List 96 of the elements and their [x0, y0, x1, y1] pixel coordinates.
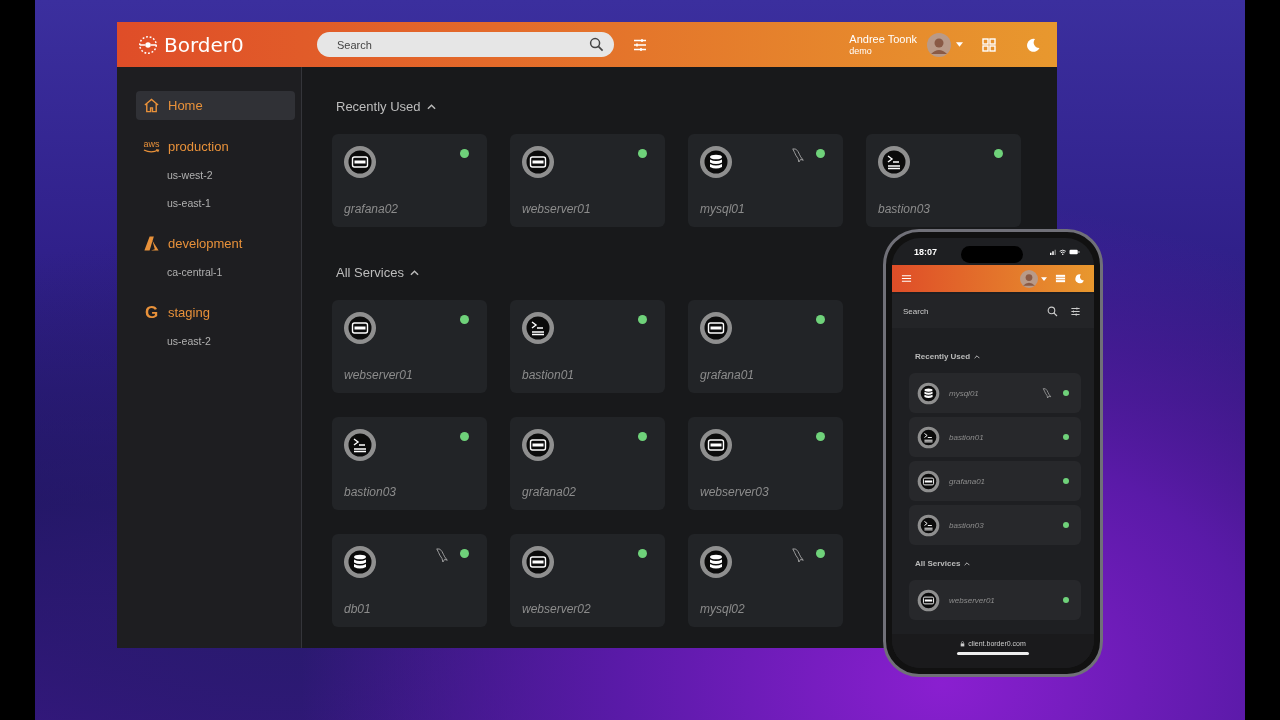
web-server-icon: [699, 311, 733, 345]
caret-icon[interactable]: [1041, 276, 1047, 281]
service-row[interactable]: bastion01: [909, 417, 1081, 457]
region-item[interactable]: ca-central-1: [136, 258, 295, 286]
service-card[interactable]: grafana02: [510, 417, 665, 510]
service-row[interactable]: grafana01: [909, 461, 1081, 501]
service-name: grafana01: [700, 368, 755, 382]
service-card[interactable]: mysql02: [688, 534, 843, 627]
sidebar-item[interactable]: Home: [136, 91, 295, 120]
home-indicator: [957, 652, 1029, 655]
sidebar-item[interactable]: development: [136, 229, 295, 258]
service-card[interactable]: grafana02: [332, 134, 487, 227]
web-server-icon: [343, 145, 377, 179]
search-field[interactable]: Search: [892, 294, 1094, 328]
section-title: Recently Used: [336, 99, 421, 114]
lock-icon: [960, 640, 966, 647]
service-name: webserver02: [522, 602, 591, 616]
terminal-icon: [521, 311, 555, 345]
chevron-icon[interactable]: [409, 269, 419, 276]
terminal-icon: [877, 145, 911, 179]
service-card[interactable]: webserver03: [688, 417, 843, 510]
service-name: grafana02: [522, 485, 577, 499]
service-name: webserver03: [700, 485, 769, 499]
cloud-logo-icon: G: [143, 304, 160, 321]
service-card[interactable]: webserver01: [332, 300, 487, 393]
service-name: webserver01: [949, 595, 996, 605]
database-icon: [917, 381, 940, 405]
section-title: Recently Used: [915, 352, 971, 361]
service-card[interactable]: bastion01: [510, 300, 665, 393]
service-row[interactable]: bastion03: [909, 505, 1081, 545]
service-name: webserver01: [344, 368, 413, 382]
service-card[interactable]: db01: [332, 534, 487, 627]
region-item[interactable]: us-east-1: [136, 189, 295, 217]
logo-text: Border0: [164, 32, 244, 57]
service-name: bastion03: [344, 485, 397, 499]
web-server-icon: [917, 588, 940, 612]
caret-icon[interactable]: [956, 42, 963, 47]
cloud-logo-icon: [143, 235, 160, 252]
sidebar-item[interactable]: G staging: [136, 298, 295, 327]
section-title: All Services: [336, 265, 404, 280]
sidebar-item[interactable]: aws production: [136, 132, 295, 161]
web-server-icon: [343, 311, 377, 345]
filter-icon[interactable]: [1070, 305, 1081, 317]
terminal-icon: [343, 428, 377, 462]
chevron-icon[interactable]: [426, 103, 436, 110]
service-name: mysql01: [949, 388, 980, 398]
service-card[interactable]: webserver01: [510, 134, 665, 227]
service-name: grafana01: [949, 476, 987, 486]
web-server-icon: [521, 145, 555, 179]
service-name: bastion03: [949, 520, 985, 530]
database-icon: [699, 145, 733, 179]
terminal-icon: [917, 513, 940, 537]
service-name: bastion01: [949, 432, 985, 442]
status-icons: [1050, 247, 1080, 256]
web-server-icon: [699, 428, 733, 462]
avatar[interactable]: [927, 32, 951, 57]
service-row[interactable]: webserver01: [909, 580, 1081, 620]
region-item[interactable]: us-east-2: [136, 327, 295, 355]
web-server-icon: [521, 428, 555, 462]
moon-icon[interactable]: [1025, 36, 1041, 53]
database-icon: [343, 545, 377, 579]
service-card[interactable]: mysql01: [688, 134, 843, 227]
database-icon: [699, 545, 733, 579]
service-card[interactable]: webserver02: [510, 534, 665, 627]
search-icon[interactable]: [589, 37, 604, 52]
service-name: bastion03: [878, 202, 931, 216]
web-server-icon: [917, 469, 940, 493]
service-name: webserver01: [522, 202, 591, 216]
service-name: mysql01: [700, 202, 745, 216]
service-name: grafana02: [344, 202, 399, 216]
organization-name: demo: [849, 45, 873, 57]
menu-icon[interactable]: [901, 273, 912, 284]
chevron-icon[interactable]: [974, 354, 981, 359]
logo-icon: [137, 33, 159, 56]
user-name: Andree Toonk: [849, 32, 917, 46]
service-row[interactable]: mysql01: [909, 373, 1081, 413]
camera-notch: [961, 246, 1023, 263]
section-title: All Services: [915, 559, 961, 568]
service-card[interactable]: bastion03: [866, 134, 1021, 227]
search-icon[interactable]: [1047, 305, 1058, 317]
grid-icon[interactable]: [981, 36, 997, 53]
service-name: bastion01: [522, 368, 575, 382]
terminal-icon: [917, 425, 940, 449]
service-card[interactable]: grafana01: [688, 300, 843, 393]
moon-icon[interactable]: [1074, 273, 1085, 284]
service-name: db01: [344, 602, 371, 616]
clock-time: 18:07: [914, 246, 938, 257]
list-icon[interactable]: [1055, 273, 1066, 284]
region-item[interactable]: us-west-2: [136, 161, 295, 189]
chevron-icon[interactable]: [964, 561, 971, 566]
web-server-icon: [521, 545, 555, 579]
service-name: mysql02: [700, 602, 745, 616]
service-card[interactable]: bastion03: [332, 417, 487, 510]
search-field[interactable]: Search: [317, 32, 614, 57]
house-icon: [143, 97, 160, 114]
avatar[interactable]: [1020, 269, 1038, 288]
